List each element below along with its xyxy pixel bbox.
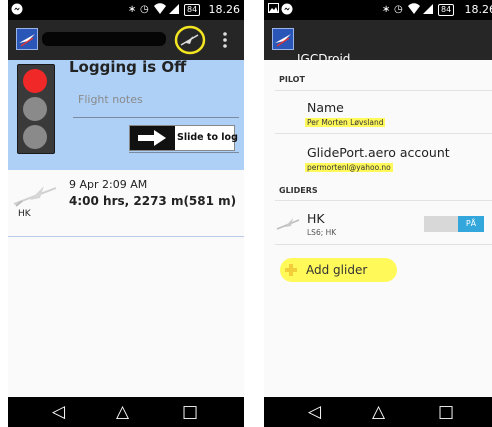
arrow-right-icon xyxy=(130,126,175,150)
app-icon[interactable] xyxy=(272,28,294,50)
add-glider-label: Add glider xyxy=(306,263,368,277)
recents-icon[interactable]: □ xyxy=(182,401,198,423)
signal-icon xyxy=(169,3,179,17)
battery-indicator: 84 xyxy=(438,4,455,16)
messenger-icon xyxy=(11,3,23,17)
gliders-section-header: GLIDERS xyxy=(279,186,318,195)
add-icon xyxy=(284,262,298,276)
navigation-bar: ◁ △ □ xyxy=(264,397,492,427)
right-screen: ∗ ◷ 84 18.26 IGCDroid PILOT Name Per Mor… xyxy=(264,0,492,427)
toggle-on-label: PÅ xyxy=(458,216,484,232)
bluetooth-icon: ∗ xyxy=(382,4,391,15)
amber-lamp xyxy=(23,97,47,121)
gallery-icon xyxy=(268,3,279,17)
glider-detail: LS6; HK xyxy=(307,228,337,237)
back-icon[interactable]: ◁ xyxy=(308,401,321,423)
flight-time: 9 Apr 2:09 AM xyxy=(69,178,148,191)
app-title: IGCDroid xyxy=(297,52,351,66)
alarm-icon: ◷ xyxy=(394,4,403,15)
navigation-bar: ◁ △ □ xyxy=(8,397,244,427)
status-clock: 18.26 xyxy=(464,3,492,16)
recents-icon[interactable]: □ xyxy=(438,401,454,423)
glider-thumbnail-icon xyxy=(12,180,60,208)
home-icon[interactable]: △ xyxy=(372,401,385,423)
account-value: permortenl@yahoo.no xyxy=(305,163,393,172)
alarm-icon: ◷ xyxy=(140,4,149,15)
item-divider xyxy=(275,244,492,245)
red-lamp xyxy=(23,69,47,93)
bluetooth-icon: ∗ xyxy=(128,4,137,15)
item-divider xyxy=(275,133,492,134)
green-lamp xyxy=(23,125,47,149)
home-icon[interactable]: △ xyxy=(116,401,129,423)
glider-icon[interactable] xyxy=(173,24,207,56)
slide-label: Slide to log xyxy=(177,132,238,143)
app-bar: IGCDroid xyxy=(264,20,492,66)
overflow-menu-icon[interactable] xyxy=(222,31,228,49)
app-bar xyxy=(8,20,244,60)
battery-indicator: 84 xyxy=(184,4,201,16)
wifi-icon xyxy=(408,3,420,17)
slide-underline xyxy=(129,152,239,153)
status-bar: ∗ ◷ 84 18.26 xyxy=(264,0,492,20)
notes-underline xyxy=(73,117,239,118)
flight-notes-input[interactable]: Flight notes xyxy=(78,93,143,107)
status-clock: 18.26 xyxy=(208,3,241,16)
name-label: Name xyxy=(307,100,344,115)
signal-icon xyxy=(423,3,433,17)
glider-icon xyxy=(275,214,301,232)
glider-enabled-toggle[interactable]: PÅ xyxy=(424,216,484,232)
logging-status: Logging is Off xyxy=(69,58,187,76)
account-label: GlidePort.aero account xyxy=(307,145,450,160)
wifi-icon xyxy=(154,3,166,17)
slide-to-log-button[interactable]: Slide to log xyxy=(129,125,238,151)
messenger-icon xyxy=(281,3,293,17)
list-divider xyxy=(8,236,244,237)
traffic-light xyxy=(17,64,55,154)
glider-name: HK xyxy=(307,211,325,226)
status-bar: ∗ ◷ 84 18.26 xyxy=(8,0,244,20)
pilot-section-header: PILOT xyxy=(279,75,305,84)
redacted-title xyxy=(42,32,166,46)
flight-stats: 4:00 hrs, 2273 m(581 m) xyxy=(69,194,237,208)
section-divider xyxy=(275,200,492,201)
left-screen: ∗ ◷ 84 18.26 Logging is Off Flight notes… xyxy=(8,0,244,427)
add-glider-button[interactable]: Add glider xyxy=(280,258,397,282)
section-divider xyxy=(275,90,492,91)
name-value: Per Morten Løvsland xyxy=(305,118,386,127)
app-icon[interactable] xyxy=(16,28,38,50)
flight-glider: HK xyxy=(18,209,31,219)
back-icon[interactable]: ◁ xyxy=(52,401,65,423)
